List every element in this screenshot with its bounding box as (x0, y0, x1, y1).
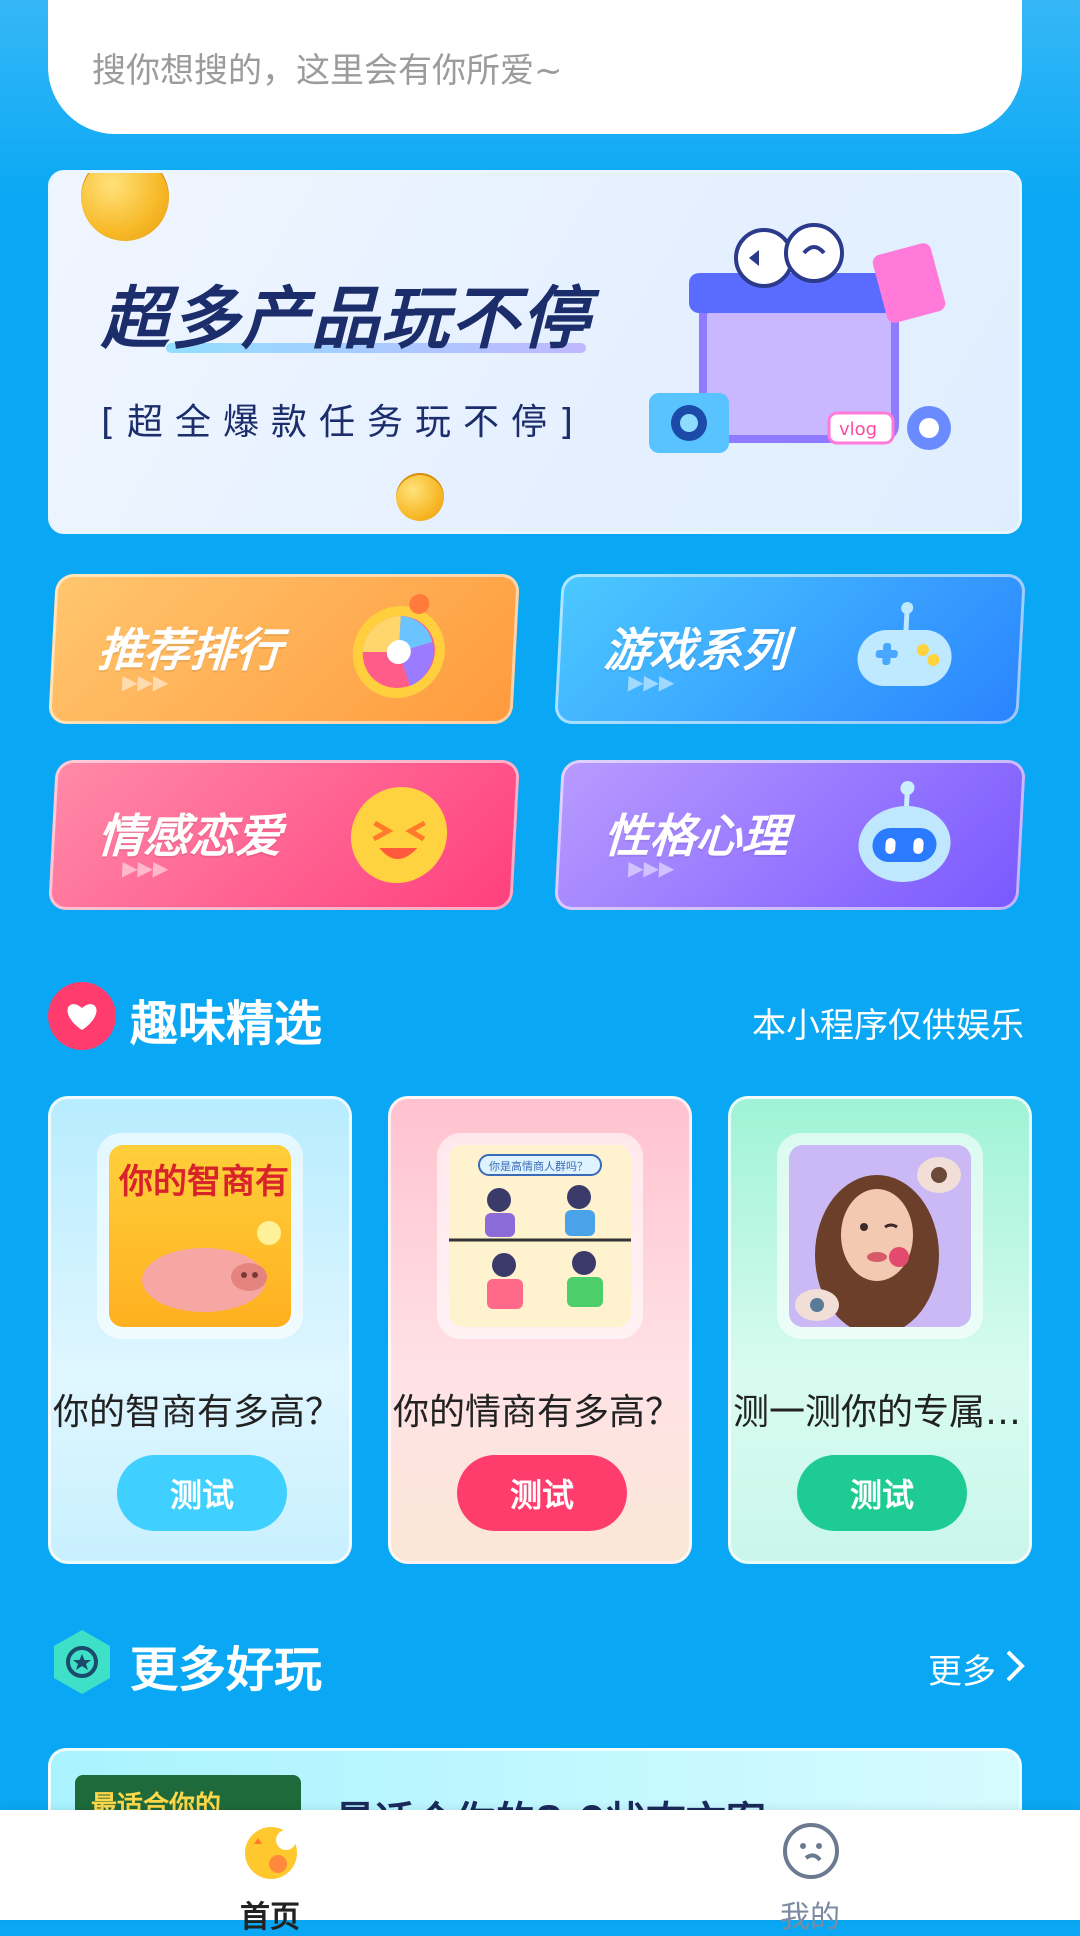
thumbnail-frame: 你的智商有多高？ (97, 1133, 303, 1339)
tab-mine[interactable]: 我的 (710, 1810, 910, 1935)
tab-home[interactable]: 首页 (170, 1810, 370, 1935)
banner-subtitle: [超全爆款任务玩不停] (101, 402, 586, 443)
gift-box-mascot-icon: vlog (649, 223, 951, 453)
profile-face-icon (783, 1823, 839, 1879)
quiz-thumbnail: 你是高情商人群吗？ (449, 1145, 631, 1327)
arrow-dots-icon: ▶▶▶ (627, 670, 676, 694)
tab-label: 我的 (780, 1900, 840, 1935)
laughing-emoji-icon (350, 787, 448, 883)
category-emotional-love[interactable]: 情感恋爱 ▶▶▶ (48, 760, 520, 910)
quiz-card[interactable]: 你是高情商人群吗？ 你的情商有多高？ 测试 (388, 1096, 692, 1564)
quiz-thumbnail: 你的智商有多高？ (109, 1145, 291, 1327)
quiz-card[interactable]: 你的智商有多高？ 你的智商有多高？ 测试 (48, 1096, 352, 1564)
gamepad-icon (857, 602, 952, 686)
more-link[interactable]: 更多 (928, 1644, 996, 1693)
search-placeholder: 搜你想搜的，这里会有你所爱~ (92, 50, 563, 91)
quiz-card-title: 你的情商有多高？ (393, 1392, 682, 1433)
test-button[interactable]: 测试 (797, 1455, 967, 1531)
thumb-text: 你的智商有多高？ (118, 1162, 291, 1202)
quiz-card-title: 测一测你的专属… (733, 1392, 1022, 1433)
quiz-thumbnail (789, 1145, 971, 1327)
featured-section-title: 趣味精选 (130, 996, 323, 1052)
chevron-right-icon[interactable] (1004, 1648, 1028, 1684)
coin-icon (396, 473, 444, 521)
star-badge-icon (54, 1630, 110, 1694)
category-recommend-ranking[interactable]: 推荐排行 ▶▶▶ (48, 574, 520, 724)
test-button[interactable]: 测试 (117, 1455, 287, 1531)
home-planet-icon (245, 1827, 297, 1879)
arrow-dots-icon: ▶▶▶ (627, 856, 676, 880)
arrow-dots-icon: ▶▶▶ (121, 856, 170, 880)
featured-disclaimer: 本小程序仅供娱乐 (752, 1006, 1024, 1046)
robot-icon (858, 781, 951, 882)
more-section-title: 更多好玩 (130, 1642, 323, 1698)
promo-banner[interactable]: 超多产品玩不停 [超全爆款任务玩不停] vlog (48, 170, 1022, 534)
search-input[interactable]: 搜你想搜的，这里会有你所爱~ (48, 0, 1022, 134)
banner-title: 超多产品玩不停 (101, 280, 592, 359)
arrow-dots-icon: ▶▶▶ (121, 670, 170, 694)
thumbnail-frame (777, 1133, 983, 1339)
category-personality-psychology[interactable]: 性格心理 ▶▶▶ (554, 760, 1026, 910)
thumb-text: 你是高情商人群吗？ (489, 1159, 588, 1173)
quiz-card-title: 你的智商有多高？ (53, 1392, 342, 1433)
category-game-series[interactable]: 游戏系列 ▶▶▶ (554, 574, 1026, 724)
tab-label: 首页 (240, 1900, 300, 1935)
prize-wheel-icon (352, 594, 445, 698)
coin-icon (81, 173, 169, 241)
test-button[interactable]: 测试 (457, 1455, 627, 1531)
thumbnail-frame: 你是高情商人群吗？ (437, 1133, 643, 1339)
bottom-tab-bar: 首页 我的 (0, 1810, 1080, 1935)
heart-icon (48, 982, 116, 1050)
quiz-card[interactable]: 测一测你的专属… 测试 (728, 1096, 1032, 1564)
banner-tag: vlog (839, 419, 877, 440)
